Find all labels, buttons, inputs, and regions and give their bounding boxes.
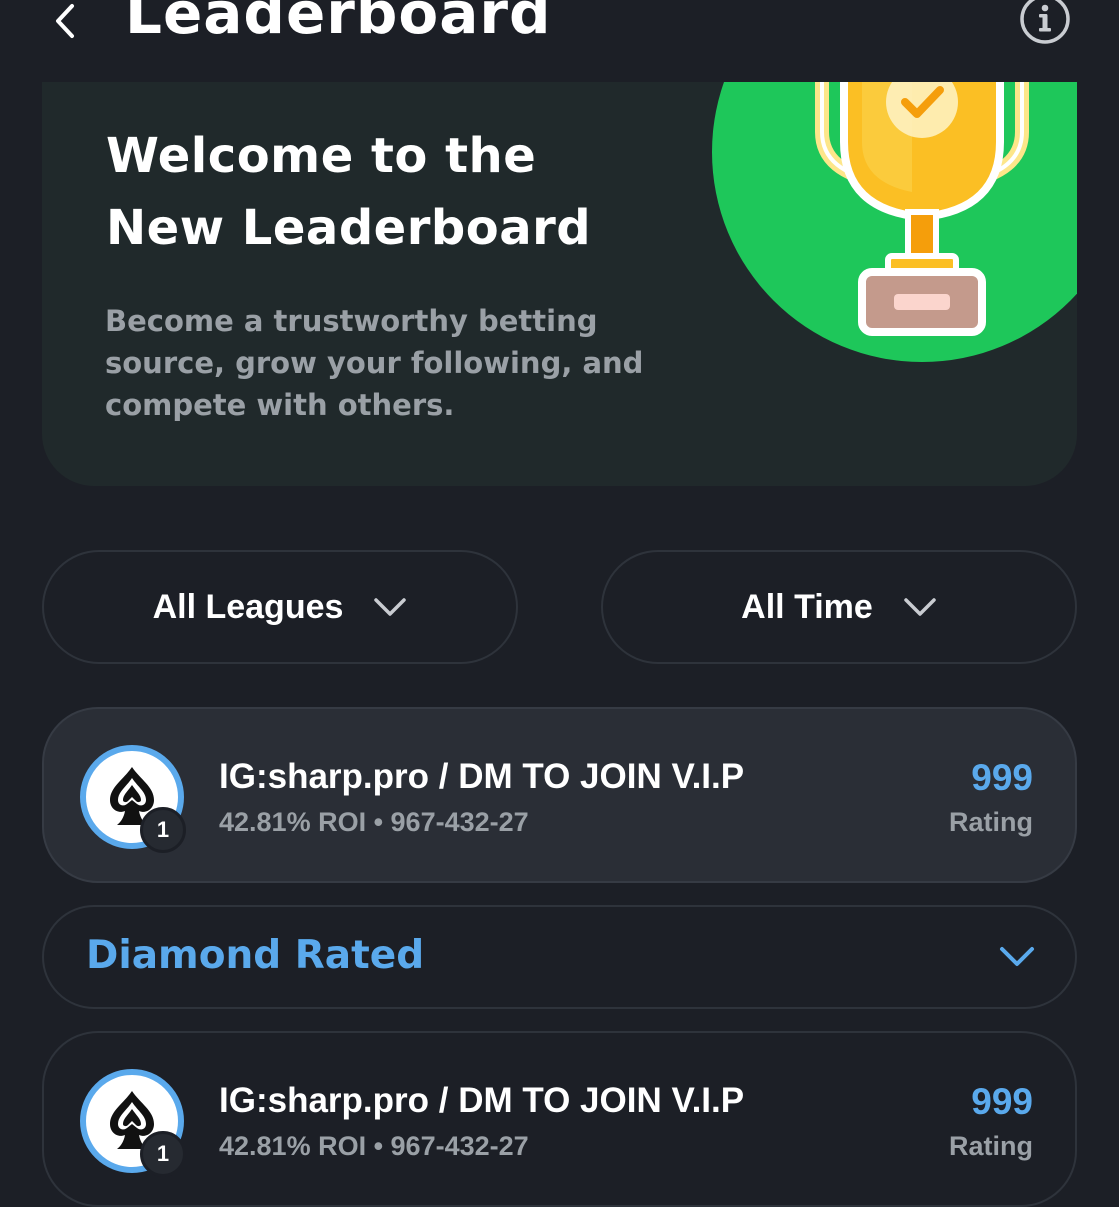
- list-item[interactable]: 1 IG:sharp.pro / DM TO JOIN V.I.P 42.81%…: [42, 1031, 1077, 1207]
- entry-rating-label: Rating: [949, 1131, 1033, 1161]
- entry-stats: 42.81% ROI • 967-432-27: [219, 807, 529, 837]
- time-filter-label: All Time: [741, 587, 873, 626]
- entry-name: IG:sharp.pro / DM TO JOIN V.I.P: [219, 1081, 745, 1120]
- chevron-down-icon: [1000, 947, 1034, 966]
- back-button[interactable]: [40, 0, 90, 42]
- leaderboard-top-entry[interactable]: 1 IG:sharp.pro / DM TO JOIN V.I.P 42.81%…: [42, 707, 1077, 883]
- league-filter-label: All Leagues: [152, 587, 344, 626]
- diamond-rated-section-toggle[interactable]: Diamond Rated: [42, 905, 1077, 1009]
- info-icon: [1020, 0, 1070, 44]
- info-button[interactable]: [1018, 0, 1072, 46]
- page-title: Leaderboard: [125, 0, 552, 47]
- top-bar: Leaderboard: [0, 0, 1119, 60]
- rank-badge: 1: [140, 1131, 186, 1177]
- welcome-banner: Welcome to the New Leaderboard Become a …: [42, 82, 1077, 486]
- banner-title: Welcome to the New Leaderboard: [106, 128, 592, 256]
- entry-rating-label: Rating: [949, 807, 1033, 837]
- entry-stats: 42.81% ROI • 967-432-27: [219, 1131, 529, 1161]
- entry-rating: 999: [971, 1081, 1033, 1122]
- time-filter-dropdown[interactable]: All Time: [601, 550, 1077, 664]
- chevron-down-icon: [904, 598, 936, 616]
- chevron-left-icon: [56, 4, 74, 38]
- section-title: Diamond Rated: [86, 933, 425, 978]
- league-filter-dropdown[interactable]: All Leagues: [42, 550, 518, 664]
- entry-name: IG:sharp.pro / DM TO JOIN V.I.P: [219, 757, 745, 796]
- banner-description: Become a trustworthy betting source, gro…: [105, 304, 644, 422]
- chevron-down-icon: [374, 598, 407, 616]
- entry-rating: 999: [971, 757, 1033, 798]
- trophy-icon: [712, 82, 1077, 362]
- rank-badge: 1: [140, 807, 186, 853]
